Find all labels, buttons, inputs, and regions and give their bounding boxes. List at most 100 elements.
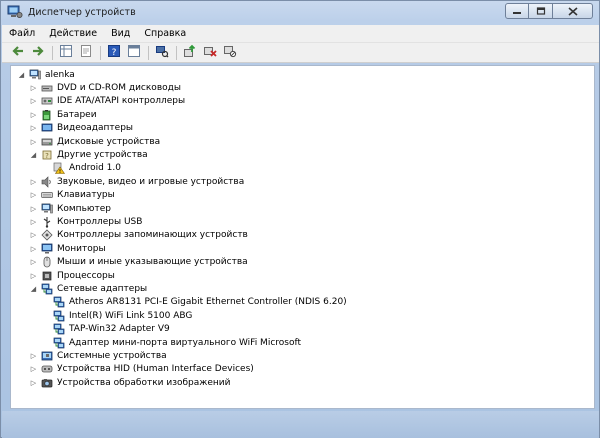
tree-device[interactable]: Intel(R) WiFi Link 5100 ABG [41,309,192,322]
tree-category[interactable]: ▷ Дисковые устройства [29,135,160,148]
tree-category[interactable]: ▷ Контроллеры USB [29,215,142,228]
minimize-button[interactable] [505,3,529,19]
tree-category[interactable]: ▷ Видеоадаптеры [29,122,133,135]
update-driver-icon [183,44,197,61]
expand-arrow-icon[interactable]: ▷ [29,138,38,146]
toolbar-separator [148,45,149,60]
storage-controller-icon [41,229,53,241]
help-button[interactable]: ? [106,45,122,61]
back-arrow-button[interactable] [10,45,26,61]
tree-device[interactable]: Адаптер мини-порта виртуального WiFi Mic… [41,336,301,349]
tree-item-label: IDE ATA/ATAPI контроллеры [57,96,186,107]
display-adapter-icon [41,122,53,134]
computer-icon [41,203,53,215]
minimize-icon [513,12,521,14]
svg-text:?: ? [45,152,49,160]
tree-category[interactable]: ▷ Батареи [29,108,97,121]
computer-icon [29,69,41,81]
tree-category[interactable]: ▷ Устройства обработки изображений [29,376,231,389]
expand-arrow-icon[interactable]: ▷ [29,258,38,266]
tree-category[interactable]: ▷ Компьютер [29,202,111,215]
document-icon [79,44,93,61]
expand-arrow-icon[interactable]: ▷ [29,97,38,105]
close-button[interactable] [553,3,593,19]
collapse-arrow-icon[interactable]: ◢ [29,151,38,159]
menu-help[interactable]: Справка [144,28,186,39]
console-button[interactable] [126,45,142,61]
disable-device-icon [223,44,237,61]
monitor-icon [41,243,53,255]
uninstall-button[interactable] [202,45,218,61]
properties-grid-button[interactable] [58,45,74,61]
tree-device[interactable]: Atheros AR8131 PCI-E Gigabit Ethernet Co… [41,296,347,309]
disk-drive-icon [41,136,53,148]
tree-item-label: Батареи [57,109,97,120]
tree-item-label: Устройства обработки изображений [57,377,231,388]
expand-arrow-icon[interactable]: ▷ [29,245,38,253]
menu-bar: Файл Действие Вид Справка [2,25,599,43]
tree-item-label: Другие устройства [57,149,148,160]
document-button[interactable] [78,45,94,61]
menu-file[interactable]: Файл [9,28,35,39]
tree-device[interactable]: Android 1.0 [41,162,121,175]
network-adapter-icon [41,283,53,295]
disable-device-button[interactable] [222,45,238,61]
tree-item-label: TAP-Win32 Adapter V9 [69,324,170,335]
collapse-arrow-icon[interactable]: ◢ [29,285,38,293]
collapse-arrow-icon[interactable]: ◢ [17,71,26,79]
tree-category[interactable]: ▷ Системные устройства [29,349,167,362]
tree-category[interactable]: ▷ Звуковые, видео и игровые устройства [29,175,244,188]
device-manager-app-icon [7,5,23,19]
maximize-icon [536,7,545,15]
tree-item-label: Android 1.0 [69,163,121,174]
expand-arrow-icon[interactable]: ▷ [29,111,38,119]
other-devices-icon: ? [41,149,53,161]
tree-category[interactable]: ▷ Клавиатуры [29,189,115,202]
processor-icon [41,270,53,282]
keyboard-icon [41,189,53,201]
tree-device[interactable]: TAP-Win32 Adapter V9 [41,323,170,336]
toolbar: ? [2,43,599,63]
tree-category[interactable]: ▷ Контроллеры запоминающих устройств [29,229,248,242]
tree-root[interactable]: ◢ alenka [17,68,75,81]
expand-arrow-icon[interactable]: ▷ [29,231,38,239]
expand-arrow-icon[interactable]: ▷ [29,191,38,199]
expand-arrow-icon[interactable]: ▷ [29,365,38,373]
maximize-button[interactable] [529,3,553,19]
status-bar [2,411,599,438]
tree-category[interactable]: ▷ Мыши и иные указывающие устройства [29,256,248,269]
device-tree-panel[interactable]: ◢ alenka ▷ DVD и CD-ROM дисководы ▷ IDE ATA/A… [10,65,595,409]
tree-item-label: Звуковые, видео и игровые устройства [57,176,245,187]
update-driver-button[interactable] [182,44,198,61]
tree-item-label: Видеоадаптеры [57,123,134,134]
expand-arrow-icon[interactable]: ▷ [29,379,38,387]
expand-arrow-icon[interactable]: ▷ [29,352,38,360]
tree-item-label: Компьютер [57,203,111,214]
tree-category[interactable]: ▷ DVD и CD-ROM дисководы [29,81,181,94]
tree-category[interactable]: ▷ Мониторы [29,242,106,255]
scan-hardware-button[interactable] [154,45,170,61]
expand-arrow-icon[interactable]: ▷ [29,272,38,280]
window-title: Диспетчер устройств [28,6,136,18]
tree-category[interactable]: ◢ Сетевые адаптеры [29,282,147,295]
tree-category[interactable]: ◢? Другие устройства [29,148,148,161]
toolbar-separator [100,45,101,60]
network-adapter-icon [53,337,65,349]
expand-arrow-icon[interactable]: ▷ [29,205,38,213]
device-manager-window: Диспетчер устройств Файл Действие Вид Сп… [0,0,600,438]
expand-arrow-icon[interactable]: ▷ [29,124,38,132]
menu-view[interactable]: Вид [111,28,130,39]
tree-item-label: Intel(R) WiFi Link 5100 ABG [69,310,193,321]
title-bar[interactable]: Диспетчер устройств [1,1,599,23]
tree-category[interactable]: ▷ Устройства HID (Human Interface Devices… [29,363,254,376]
expand-arrow-icon[interactable]: ▷ [29,178,38,186]
uninstall-icon [203,44,217,61]
tree-category[interactable]: ▷ IDE ATA/ATAPI контроллеры [29,95,185,108]
tree-category[interactable]: ▷ Процессоры [29,269,115,282]
tree-item-label: Системные устройства [57,350,167,361]
menu-action[interactable]: Действие [49,28,97,39]
forward-arrow-button[interactable] [30,45,46,61]
expand-arrow-icon[interactable]: ▷ [29,84,38,92]
expand-arrow-icon[interactable]: ▷ [29,218,38,226]
tree-item-label: Адаптер мини-порта виртуального WiFi Mic… [69,337,302,348]
